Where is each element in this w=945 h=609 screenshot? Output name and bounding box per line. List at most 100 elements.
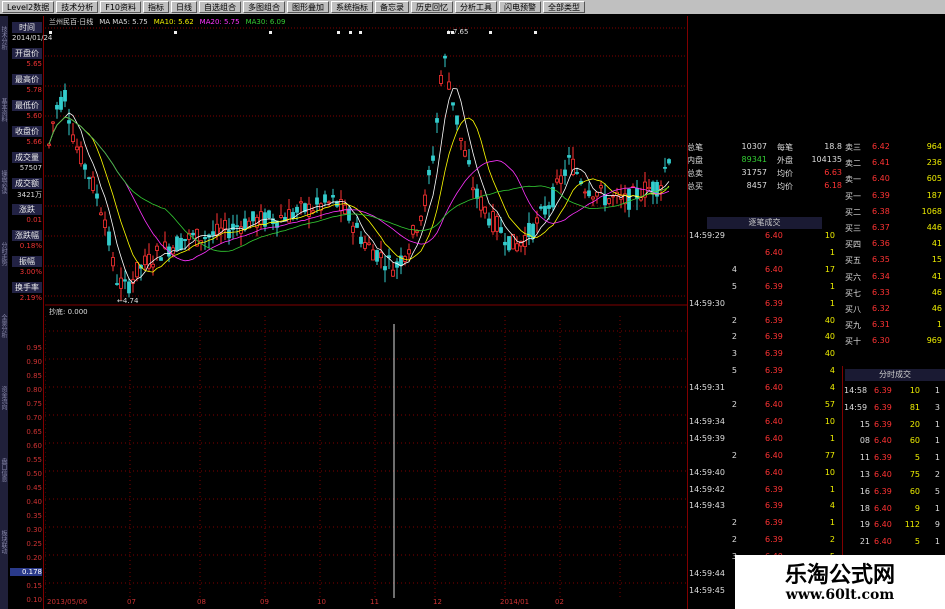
orderbook-row[interactable]: 买七 6.33 46 bbox=[842, 288, 945, 301]
min-time: 14:58 bbox=[844, 386, 868, 395]
indicator-scale-17: 0.15 bbox=[26, 582, 42, 590]
tick-time: 2 bbox=[731, 535, 737, 545]
tick-price: 6.40 bbox=[765, 264, 783, 274]
orderbook-row[interactable]: 卖一 6.40 605 bbox=[842, 174, 945, 187]
left-tab-2[interactable]: 操盘必读 bbox=[0, 170, 8, 236]
ob-price: 6.30 bbox=[872, 336, 890, 346]
menu-item-12[interactable]: 闪电预警 bbox=[499, 1, 541, 13]
candle-body bbox=[515, 243, 519, 252]
candle-body bbox=[235, 225, 239, 228]
tick-row: 14:59:31 6.40 4 bbox=[687, 383, 842, 396]
left-tab-5[interactable]: 资金流向 bbox=[0, 386, 8, 452]
candle-body bbox=[555, 178, 559, 183]
indicator-scale-9: 0.50 bbox=[26, 470, 42, 478]
chart-area[interactable]: ←7.65 ←4.74 抄底: 0.000 兰州民百·日线 MA MA5: 5.75… bbox=[45, 16, 687, 609]
menu-item-3[interactable]: 指标 bbox=[143, 1, 169, 13]
left-tab-0[interactable]: 技术分析 bbox=[0, 26, 8, 92]
ma30-line bbox=[48, 116, 670, 252]
info-value-5: 57507 bbox=[19, 164, 42, 172]
min-vol: 75 bbox=[909, 470, 920, 479]
candle-body bbox=[123, 279, 127, 282]
min-count: 1 bbox=[934, 419, 940, 429]
orderbook-row[interactable]: 买九 6.31 1 bbox=[842, 320, 945, 333]
orderbook-row[interactable]: 卖二 6.41 236 bbox=[842, 158, 945, 171]
orderbook-row[interactable]: 买二 6.38 1068 bbox=[842, 207, 945, 220]
tick-vol: 1 bbox=[829, 518, 835, 528]
event-marker bbox=[174, 31, 177, 34]
indicator-scale-15: 0.20 bbox=[26, 554, 42, 562]
stat-row-0: 总笔 10307 每笔 18.8 bbox=[687, 142, 842, 155]
candle-body bbox=[135, 262, 139, 278]
min-price: 6.39 bbox=[874, 402, 892, 412]
left-tab-1[interactable]: 基本资料 bbox=[0, 98, 8, 164]
indicator-scale-5: 0.70 bbox=[26, 414, 42, 422]
menu-item-8[interactable]: 系统指标 bbox=[331, 1, 373, 13]
orderbook-row[interactable]: 买四 6.36 41 bbox=[842, 239, 945, 252]
info-value-2: 5.78 bbox=[26, 86, 42, 94]
candle-body bbox=[351, 225, 355, 233]
ob-vol: 969 bbox=[926, 336, 942, 346]
tick-vol: 4 bbox=[829, 383, 835, 393]
menu-item-13[interactable]: 全部类型 bbox=[543, 1, 585, 13]
orderbook-row[interactable]: 买五 6.35 15 bbox=[842, 255, 945, 268]
stat-row-2: 总卖 31757 均价 6.63 bbox=[687, 168, 842, 181]
tick-table-title: 逐笔成交 bbox=[707, 217, 822, 229]
minute-row: 11 6.39 5 1 bbox=[842, 453, 945, 466]
date-label-5: 11 bbox=[370, 598, 379, 606]
candle-body bbox=[427, 169, 431, 176]
stat-label-2: 每笔 bbox=[777, 143, 793, 152]
candle-body bbox=[607, 198, 611, 204]
min-vol: 20 bbox=[909, 419, 920, 429]
left-tab-7[interactable]: 板块联动 bbox=[0, 530, 8, 596]
info-value-0: 2014/01/24 bbox=[12, 34, 53, 42]
candle-body bbox=[663, 166, 667, 169]
orderbook-row[interactable]: 卖三 6.42 964 bbox=[842, 142, 945, 155]
candle-body bbox=[667, 159, 671, 164]
menu-item-9[interactable]: 备忘录 bbox=[375, 1, 409, 13]
orderbook-row[interactable]: 买十 6.30 969 bbox=[842, 336, 945, 349]
candle-body bbox=[55, 104, 59, 110]
orderbook-row[interactable]: 买一 6.39 187 bbox=[842, 191, 945, 204]
candle-body bbox=[499, 227, 503, 233]
tick-row: 2 6.40 57 bbox=[687, 400, 842, 413]
candle-body bbox=[75, 146, 79, 151]
menu-item-2[interactable]: F10资料 bbox=[100, 1, 141, 13]
candle-body bbox=[183, 238, 187, 242]
candle-body bbox=[243, 218, 247, 230]
tick-vol: 1 bbox=[829, 247, 835, 257]
tick-row: 3 6.39 40 bbox=[687, 349, 842, 362]
min-vol: 81 bbox=[909, 402, 920, 412]
indicator-scale-0: 0.95 bbox=[26, 344, 42, 352]
candle-body bbox=[211, 231, 215, 236]
menu-item-7[interactable]: 图形叠加 bbox=[287, 1, 329, 13]
tick-vol: 1 bbox=[829, 298, 835, 308]
candle-body bbox=[587, 190, 591, 197]
min-vol: 9 bbox=[914, 503, 920, 513]
kline-chart[interactable]: ←7.65 ←4.74 抄底: 0.000 bbox=[45, 16, 687, 598]
menu-item-10[interactable]: 历史回忆 bbox=[411, 1, 453, 13]
orderbook-row[interactable]: 买三 6.37 446 bbox=[842, 223, 945, 236]
info-label-1: 开盘价 bbox=[12, 48, 42, 59]
ob-price: 6.41 bbox=[872, 158, 890, 168]
left-tab-6[interactable]: 盘口信息 bbox=[0, 458, 8, 524]
ob-vol: 446 bbox=[926, 223, 942, 232]
menu-item-0[interactable]: Level2数据 bbox=[2, 1, 55, 13]
ob-price: 6.37 bbox=[872, 223, 890, 232]
candle-body bbox=[363, 242, 367, 249]
menu-item-4[interactable]: 日线 bbox=[171, 1, 197, 13]
candle-body bbox=[443, 55, 447, 59]
orderbook-row[interactable]: 买六 6.34 41 bbox=[842, 272, 945, 285]
menu-item-11[interactable]: 分析工具 bbox=[455, 1, 497, 13]
orderbook-row[interactable]: 买八 6.32 46 bbox=[842, 304, 945, 317]
menu-item-5[interactable]: 自选组合 bbox=[199, 1, 241, 13]
ob-name: 卖三 bbox=[845, 143, 861, 152]
candle-body bbox=[347, 208, 351, 221]
left-tab-3[interactable]: 分时走势 bbox=[0, 242, 8, 308]
menu-item-6[interactable]: 多图组合 bbox=[243, 1, 285, 13]
candle-body bbox=[639, 197, 643, 201]
info-label-8: 涨跌幅 bbox=[12, 230, 42, 241]
right-panel-border bbox=[687, 16, 688, 609]
left-tab-4[interactable]: 全景分析 bbox=[0, 314, 8, 380]
tick-row: 4 6.40 17 bbox=[687, 265, 842, 278]
menu-item-1[interactable]: 技术分析 bbox=[56, 1, 99, 13]
